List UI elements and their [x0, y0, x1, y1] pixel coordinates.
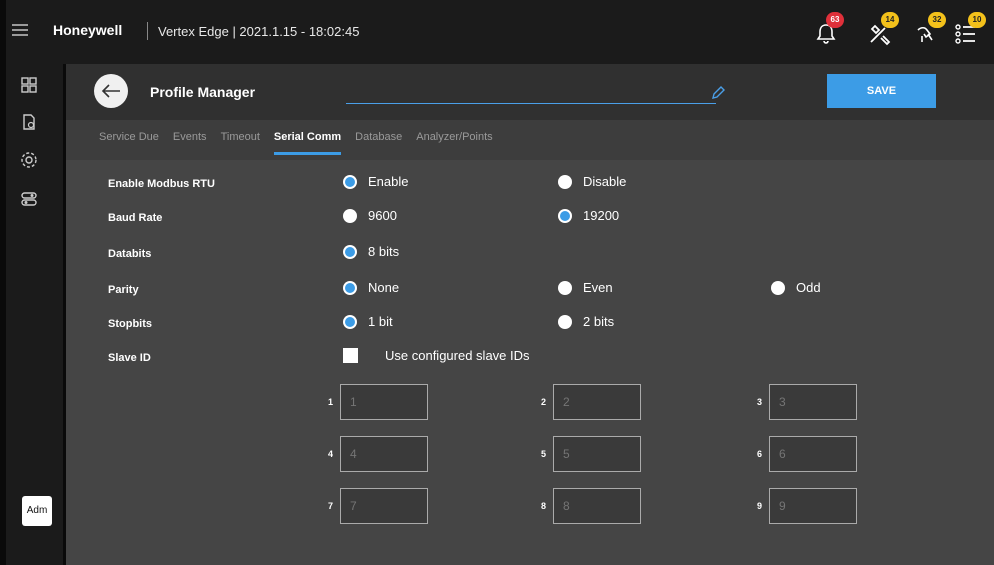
- back-button[interactable]: [94, 74, 128, 108]
- list-badge: 10: [968, 12, 986, 28]
- parity-odd-radio[interactable]: Odd: [771, 280, 821, 295]
- radio-unselected-icon: [343, 208, 357, 223]
- radio-unselected-icon: [771, 280, 785, 295]
- slave-id-input[interactable]: [340, 436, 428, 472]
- avatar[interactable]: Adm: [22, 496, 52, 526]
- divider: [147, 22, 148, 40]
- top-bar: Honeywell Vertex Edge | 2021.1.15 - 18:0…: [6, 0, 994, 64]
- tab-serial-comm[interactable]: Serial Comm: [273, 128, 342, 156]
- baud-label: Baud Rate: [108, 212, 163, 224]
- slave-id-field-3: 3: [747, 384, 857, 420]
- modbus-enable-radio[interactable]: Enable: [343, 174, 408, 189]
- bell-icon[interactable]: 63: [814, 12, 848, 48]
- slave-id-number: 9: [756, 501, 762, 511]
- databits-8-radio[interactable]: 8 bits: [343, 244, 399, 259]
- slave-id-number: 4: [327, 449, 333, 459]
- use-configured-slave-ids-checkbox[interactable]: Use configured slave IDs: [343, 348, 530, 363]
- slave-id-number: 1: [327, 397, 333, 407]
- radio-selected-icon: [558, 208, 572, 223]
- notification-badge: 63: [826, 12, 844, 28]
- tab-bar: Service Due Events Timeout Serial Comm D…: [99, 128, 507, 156]
- slave-id-input[interactable]: [769, 436, 857, 472]
- service-badge: 32: [928, 12, 946, 28]
- slave-id-field-6: 6: [747, 436, 857, 472]
- stopbits-2-radio[interactable]: 2 bits: [558, 314, 614, 329]
- page-title: Profile Manager: [150, 84, 256, 100]
- slave-id-input[interactable]: [553, 488, 641, 524]
- slave-id-input[interactable]: [340, 488, 428, 524]
- slave-id-input[interactable]: [769, 488, 857, 524]
- settings-icon[interactable]: [20, 151, 38, 169]
- radio-selected-icon: [343, 174, 357, 189]
- slave-id-number: 7: [327, 501, 333, 511]
- dashboard-icon[interactable]: [20, 76, 38, 94]
- slave-id-input[interactable]: [769, 384, 857, 420]
- slave-id-number: 8: [540, 501, 546, 511]
- slave-id-field-7: 7: [318, 488, 428, 524]
- slave-id-field-2: 2: [531, 384, 641, 420]
- list-icon[interactable]: 10: [954, 12, 988, 48]
- slave-id-number: 3: [756, 397, 762, 407]
- slave-id-input[interactable]: [340, 384, 428, 420]
- parity-label: Parity: [108, 284, 139, 296]
- slave-id-number: 6: [756, 449, 762, 459]
- radio-selected-icon: [343, 244, 357, 259]
- menu-icon[interactable]: [12, 24, 28, 38]
- tab-events[interactable]: Events: [173, 128, 207, 156]
- radio-unselected-icon: [558, 280, 572, 295]
- slave-id-field-1: 1: [318, 384, 428, 420]
- checkbox-box: [343, 348, 358, 363]
- toggle-icon[interactable]: [20, 190, 38, 208]
- pencil-icon[interactable]: [711, 86, 725, 105]
- baud-19200-radio[interactable]: 19200: [558, 208, 619, 223]
- radio-selected-icon: [343, 280, 357, 295]
- main-panel: Profile Manager SAVE Service Due Events …: [66, 64, 994, 565]
- parity-none-radio[interactable]: None: [343, 280, 399, 295]
- tools-badge: 14: [881, 12, 899, 28]
- slave-id-input[interactable]: [553, 436, 641, 472]
- tab-analyzer-points[interactable]: Analyzer/Points: [416, 128, 492, 156]
- document-icon[interactable]: [20, 113, 38, 131]
- slave-id-field-8: 8: [531, 488, 641, 524]
- radio-selected-icon: [343, 314, 357, 329]
- slave-id-label: Slave ID: [108, 352, 151, 364]
- tab-service-due[interactable]: Service Due: [99, 128, 159, 156]
- tab-database[interactable]: Database: [355, 128, 402, 156]
- brand-logo: Honeywell: [53, 22, 123, 38]
- app-title: Vertex Edge | 2021.1.15 - 18:02:45: [158, 24, 360, 39]
- stopbits-1-radio[interactable]: 1 bit: [343, 314, 393, 329]
- page-header: Profile Manager SAVE: [66, 64, 994, 120]
- tools-icon[interactable]: 14: [867, 12, 901, 48]
- profile-name-input[interactable]: [346, 80, 716, 104]
- slave-id-field-9: 9: [747, 488, 857, 524]
- left-nav: Adm: [6, 64, 63, 565]
- tab-timeout[interactable]: Timeout: [221, 128, 260, 156]
- modbus-disable-radio[interactable]: Disable: [558, 174, 626, 189]
- slave-id-number: 2: [540, 397, 546, 407]
- stopbits-label: Stopbits: [108, 318, 152, 330]
- slave-id-field-5: 5: [531, 436, 641, 472]
- baud-9600-radio[interactable]: 9600: [343, 208, 397, 223]
- radio-unselected-icon: [558, 174, 572, 189]
- modbus-label: Enable Modbus RTU: [108, 178, 215, 190]
- parity-even-radio[interactable]: Even: [558, 280, 613, 295]
- radio-unselected-icon: [558, 314, 572, 329]
- save-button[interactable]: SAVE: [827, 74, 936, 108]
- slave-id-field-4: 4: [318, 436, 428, 472]
- slave-id-number: 5: [540, 449, 546, 459]
- serial-comm-form: Enable Modbus RTU Enable Disable Baud Ra…: [66, 160, 994, 565]
- databits-label: Databits: [108, 248, 152, 260]
- service-icon[interactable]: 32: [914, 12, 948, 48]
- slave-id-input[interactable]: [553, 384, 641, 420]
